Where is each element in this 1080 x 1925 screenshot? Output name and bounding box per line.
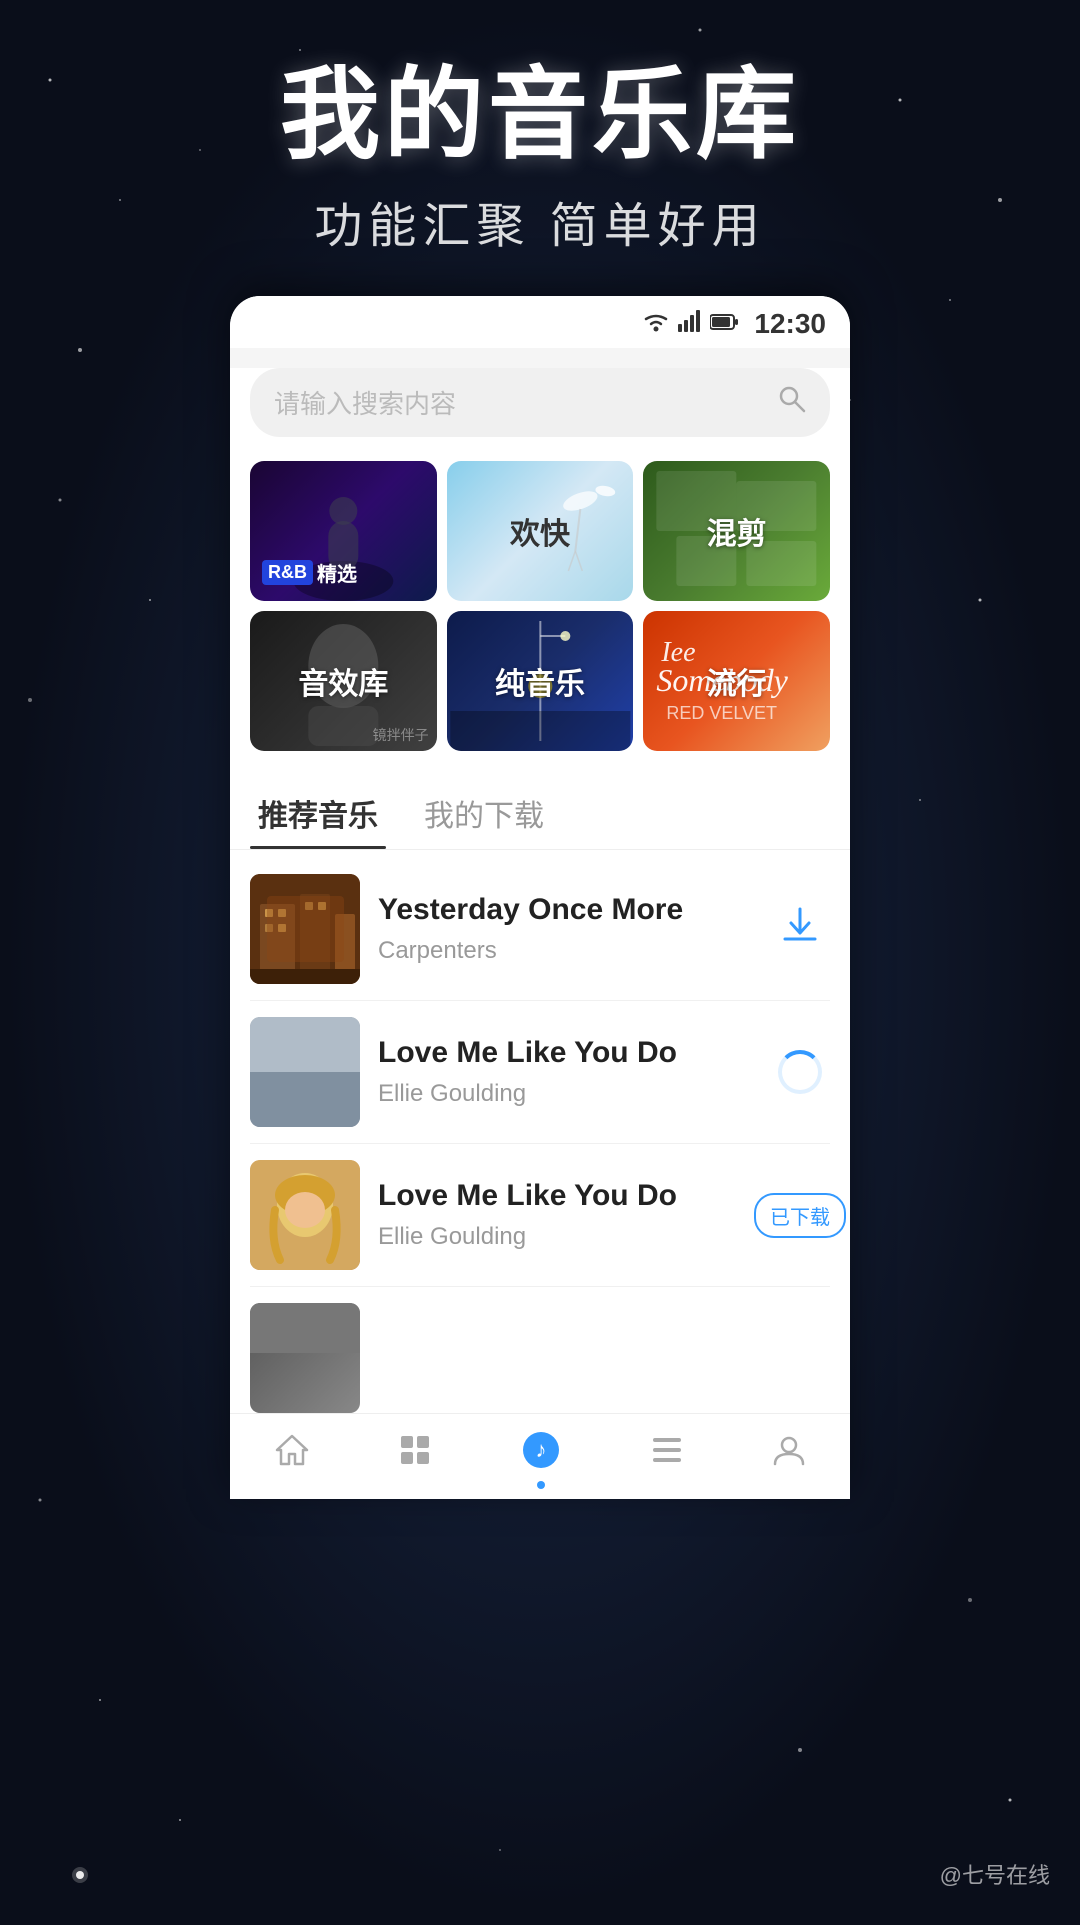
category-label-sound: 音效库 bbox=[298, 659, 388, 703]
music-icon: ♪ bbox=[521, 1430, 561, 1479]
status-bar: 12:30 bbox=[230, 296, 850, 348]
app-title: 我的音乐库 bbox=[0, 60, 1080, 170]
song-cover-3 bbox=[250, 1160, 360, 1270]
search-bar[interactable]: 请输入搜索内容 bbox=[250, 368, 830, 437]
nav-item-user[interactable] bbox=[773, 1434, 805, 1475]
nav-item-grid[interactable] bbox=[399, 1434, 431, 1475]
nav-item-home[interactable] bbox=[275, 1434, 309, 1475]
song-action-3[interactable]: 已下载 bbox=[770, 1185, 830, 1245]
grid-icon bbox=[399, 1434, 431, 1475]
wifi-icon bbox=[642, 310, 670, 338]
tab-downloads[interactable]: 我的下载 bbox=[416, 781, 552, 849]
nav-active-dot bbox=[537, 1481, 545, 1489]
song-artist-3: Ellie Goulding bbox=[378, 1223, 752, 1251]
song-action-1[interactable] bbox=[770, 899, 830, 959]
loading-spinner-2 bbox=[778, 1050, 822, 1094]
bottom-nav: ♪ bbox=[230, 1413, 850, 1499]
list-icon bbox=[651, 1434, 683, 1475]
category-label-pop: 流行 bbox=[707, 659, 767, 703]
watermark: @七号在线 bbox=[940, 1858, 1050, 1890]
category-label-mix: 混剪 bbox=[707, 509, 767, 553]
song-info-2: Love Me Like You Do Ellie Goulding bbox=[378, 1036, 752, 1108]
category-grid: R&B 精选 欢快 bbox=[230, 461, 850, 771]
category-card-rnb[interactable]: R&B 精选 bbox=[250, 461, 437, 601]
song-artist-2: Ellie Goulding bbox=[378, 1080, 752, 1108]
category-card-pure[interactable]: 纯音乐 bbox=[447, 611, 634, 751]
nav-item-list[interactable] bbox=[651, 1434, 683, 1475]
user-icon bbox=[773, 1434, 805, 1475]
category-card-happy[interactable]: 欢快 bbox=[447, 461, 634, 601]
header-section: 我的音乐库 功能汇聚 简单好用 bbox=[0, 0, 1080, 296]
category-label-happy: 欢快 bbox=[510, 509, 570, 553]
music-tabs: 推荐音乐 我的下载 bbox=[230, 771, 850, 850]
song-cover-1 bbox=[250, 874, 360, 984]
app-content: 请输入搜索内容 R&B bbox=[230, 368, 850, 1413]
status-time: 12:30 bbox=[754, 308, 826, 340]
song-artist-1: Carpenters bbox=[378, 937, 752, 965]
song-action-2 bbox=[770, 1042, 830, 1102]
category-card-mix[interactable]: 混剪 bbox=[643, 461, 830, 601]
search-icon[interactable] bbox=[778, 385, 806, 420]
song-item-2: Love Me Like You Do Ellie Goulding bbox=[250, 1001, 830, 1144]
svg-text:RED VELVET: RED VELVET bbox=[667, 703, 778, 723]
song-title-1: Yesterday Once More bbox=[378, 893, 752, 927]
tab-recommended[interactable]: 推荐音乐 bbox=[250, 781, 386, 849]
signal-icon bbox=[678, 310, 702, 338]
category-card-pop[interactable]: Iee Somebody RED VELVET 流行 bbox=[643, 611, 830, 751]
battery-icon bbox=[710, 311, 738, 337]
category-label-pure: 纯音乐 bbox=[495, 659, 585, 703]
song-list: Yesterday Once More Carpenters bbox=[230, 858, 850, 1413]
category-card-sound[interactable]: 音效库 镜拌伴子 bbox=[250, 611, 437, 751]
song-cover-2 bbox=[250, 1017, 360, 1127]
downloaded-badge-3[interactable]: 已下载 bbox=[754, 1193, 846, 1238]
nav-item-music[interactable]: ♪ bbox=[521, 1430, 561, 1479]
search-placeholder: 请输入搜索内容 bbox=[274, 384, 766, 421]
song-item-1: Yesterday Once More Carpenters bbox=[250, 858, 830, 1001]
song-item-3: Love Me Like You Do Ellie Goulding 已下载 bbox=[250, 1144, 830, 1287]
phone-frame: 12:30 请输入搜索内容 bbox=[230, 296, 850, 1499]
song-info-3: Love Me Like You Do Ellie Goulding bbox=[378, 1179, 752, 1251]
app-subtitle: 功能汇聚 简单好用 bbox=[0, 186, 1080, 256]
status-icons bbox=[642, 310, 738, 338]
song-cover-4-partial bbox=[250, 1303, 360, 1413]
song-title-2: Love Me Like You Do bbox=[378, 1036, 752, 1070]
song-item-4-partial bbox=[250, 1287, 830, 1413]
svg-text:♪: ♪ bbox=[536, 1437, 547, 1462]
song-info-1: Yesterday Once More Carpenters bbox=[378, 893, 752, 965]
download-icon-1[interactable] bbox=[781, 905, 819, 953]
song-title-3: Love Me Like You Do bbox=[378, 1179, 752, 1213]
home-icon bbox=[275, 1434, 309, 1475]
